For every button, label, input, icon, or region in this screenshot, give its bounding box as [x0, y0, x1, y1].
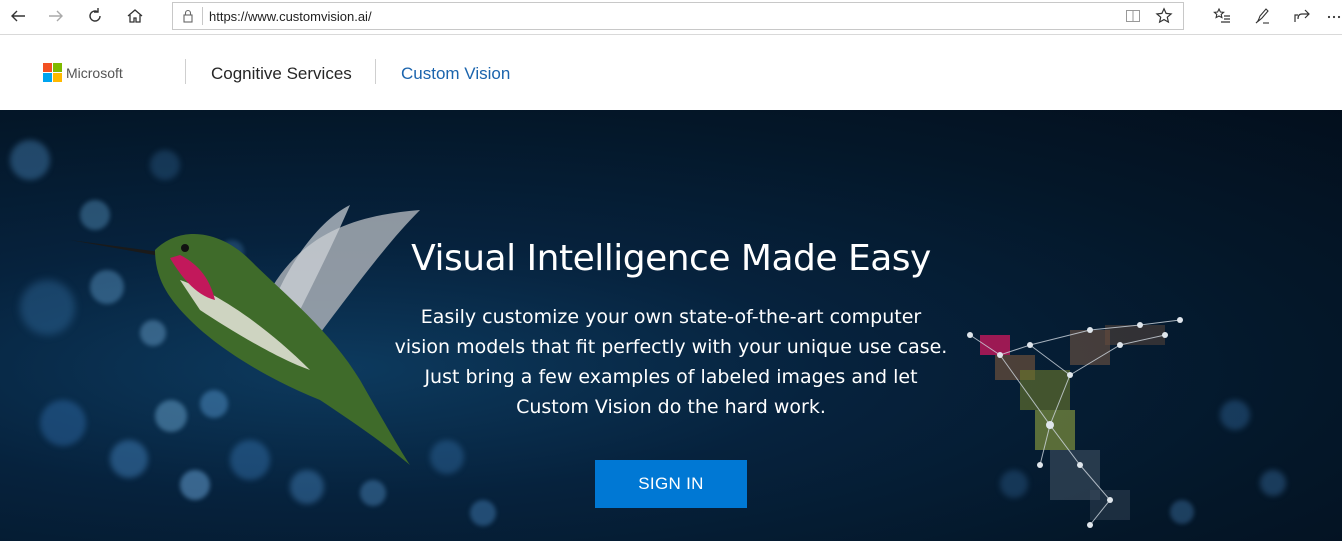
- share-button[interactable]: [1290, 4, 1314, 28]
- header-divider: [375, 59, 376, 84]
- pixelated-network-bird-image: [967, 317, 1183, 528]
- hero-banner: Visual Intelligence Made Easy Easily cus…: [0, 110, 1342, 541]
- refresh-icon: [89, 8, 101, 22]
- favorites-list-icon: [1213, 7, 1230, 23]
- more-button[interactable]: [1326, 4, 1342, 28]
- refresh-button[interactable]: [81, 3, 109, 29]
- share-icon: [1294, 9, 1310, 22]
- address-bar[interactable]: https://www.customvision.ai/: [172, 2, 1184, 30]
- favorites-hub-button[interactable]: [1210, 4, 1234, 28]
- lock-icon: [183, 9, 193, 23]
- arrow-left-icon: [11, 10, 25, 22]
- custom-vision-link[interactable]: Custom Vision: [401, 64, 510, 84]
- site-header: Microsoft Cognitive Services Custom Visi…: [0, 35, 1342, 110]
- reading-view-icon[interactable]: [1125, 8, 1141, 24]
- favorite-star-icon[interactable]: [1155, 7, 1173, 25]
- forward-button[interactable]: [42, 3, 70, 29]
- pen-icon: [1255, 8, 1269, 24]
- header-divider: [185, 59, 186, 84]
- address-divider: [202, 7, 203, 25]
- url-text[interactable]: https://www.customvision.ai/: [209, 9, 372, 24]
- microsoft-logo[interactable]: Microsoft: [43, 63, 123, 82]
- microsoft-logo-icon: [43, 63, 62, 82]
- cognitive-services-link[interactable]: Cognitive Services: [211, 64, 352, 84]
- notes-button[interactable]: [1250, 4, 1274, 28]
- home-icon: [127, 9, 143, 23]
- hero-description: Easily customize your own state-of-the-a…: [394, 306, 948, 418]
- sign-in-button[interactable]: SIGN IN: [595, 460, 747, 508]
- arrow-right-icon: [49, 10, 63, 22]
- home-button[interactable]: [121, 3, 149, 29]
- more-dots-icon: [1327, 15, 1341, 19]
- back-button[interactable]: [4, 3, 32, 29]
- browser-toolbar: https://www.customvision.ai/: [0, 0, 1342, 35]
- microsoft-brand-text: Microsoft: [66, 64, 123, 81]
- hero-title: Visual Intelligence Made Easy: [411, 238, 931, 279]
